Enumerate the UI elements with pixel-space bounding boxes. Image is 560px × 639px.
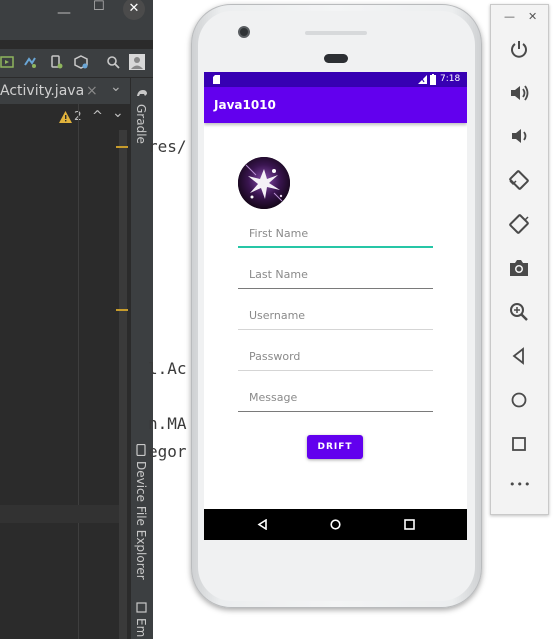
panel-minimize-button[interactable]: —: [504, 10, 515, 23]
emulator-tool-tab[interactable]: Em: [134, 618, 148, 637]
power-icon[interactable]: [508, 38, 530, 60]
device-manager-icon[interactable]: [49, 55, 63, 69]
warning-icon: [59, 111, 72, 123]
sync-gradle-icon[interactable]: [23, 55, 37, 69]
rotate-left-icon[interactable]: [508, 169, 530, 191]
close-window-button[interactable]: ✕: [123, 0, 145, 20]
status-bar: 7:18: [204, 72, 467, 87]
input-underline: [238, 370, 433, 371]
zoom-icon[interactable]: [508, 301, 530, 323]
profile-image[interactable]: [238, 157, 290, 209]
maximize-button[interactable]: ☐: [93, 0, 105, 14]
front-camera: [238, 26, 250, 38]
home-icon[interactable]: [508, 389, 530, 411]
speaker-slot: [324, 54, 348, 63]
more-icon[interactable]: •••: [509, 478, 531, 491]
gutter-separator: [78, 104, 79, 639]
editor-scrollbar[interactable]: [119, 130, 127, 639]
app-title: Java1010: [214, 98, 276, 112]
rotate-right-icon[interactable]: [508, 213, 530, 235]
next-highlight-icon[interactable]: ⌄: [112, 105, 124, 121]
gradle-icon: [137, 90, 147, 96]
account-icon[interactable]: [129, 54, 145, 70]
first-name-input[interactable]: First Name: [238, 222, 433, 248]
sd-card-icon: [213, 75, 220, 84]
gradle-tool-tab[interactable]: Gradle: [134, 104, 148, 144]
code-line: egor: [148, 442, 187, 461]
volume-up-icon[interactable]: [508, 82, 530, 104]
battery-icon: [430, 74, 436, 85]
input-underline: [238, 329, 433, 330]
code-line: res/: [148, 137, 187, 156]
device-screen[interactable]: 7:18 Java1010 First Name Last Name Usern…: [204, 72, 467, 540]
tab-close-icon[interactable]: ×: [86, 78, 98, 104]
sdk-manager-icon[interactable]: [74, 55, 88, 69]
ide-toolbar: [0, 49, 153, 78]
scroll-marker[interactable]: [116, 309, 128, 311]
search-icon[interactable]: [106, 55, 120, 69]
input-underline-focused: [238, 246, 433, 248]
run-config-icon[interactable]: [0, 55, 14, 69]
code-line: n.MA: [148, 414, 187, 433]
minimize-button[interactable]: —: [57, 6, 71, 20]
device-icon: [136, 444, 146, 456]
camera-icon[interactable]: [508, 257, 530, 279]
username-input[interactable]: Username: [238, 304, 433, 330]
nav-home-icon[interactable]: [330, 519, 341, 530]
drift-button[interactable]: DRIFT: [307, 435, 363, 459]
splash-art-image: [238, 157, 290, 209]
signal-icon: [418, 75, 427, 84]
inspection-widget: 2 ^ ⌄: [0, 104, 130, 130]
navigation-bar: [204, 509, 467, 540]
nav-overview-icon[interactable]: [404, 519, 415, 530]
earpiece: [305, 31, 367, 35]
device-file-explorer-tab[interactable]: Device File Explorer: [134, 461, 148, 580]
editor-tab[interactable]: Activity.java × ⌄: [0, 78, 130, 104]
status-time: 7:18: [440, 74, 461, 84]
password-placeholder: Password: [249, 350, 301, 363]
username-placeholder: Username: [249, 309, 306, 322]
password-input[interactable]: Password: [238, 345, 433, 371]
code-line: l.Ac: [148, 359, 187, 378]
scroll-marker[interactable]: [116, 146, 128, 148]
back-icon[interactable]: [508, 345, 530, 367]
emulator-controls-panel: — ✕ •••: [490, 4, 549, 515]
volume-down-icon[interactable]: [508, 125, 530, 147]
tab-menu-icon[interactable]: ⌄: [110, 78, 122, 100]
app-bar: Java1010: [204, 87, 467, 123]
input-underline: [238, 288, 433, 289]
input-underline: [238, 411, 433, 412]
last-name-input[interactable]: Last Name: [238, 263, 433, 289]
previous-highlight-icon[interactable]: ^: [92, 109, 103, 124]
ide-titlebar: — ☐ ✕: [0, 0, 153, 40]
nav-back-icon[interactable]: [257, 519, 268, 530]
message-placeholder: Message: [249, 391, 298, 404]
first-name-placeholder: First Name: [249, 227, 309, 240]
message-input[interactable]: Message: [238, 386, 433, 412]
last-name-placeholder: Last Name: [249, 268, 308, 281]
overview-icon[interactable]: [508, 433, 530, 455]
current-line-highlight: [0, 505, 119, 523]
panel-close-button[interactable]: ✕: [528, 10, 537, 23]
emulator-icon: [136, 602, 147, 613]
editor-tab-title: Activity.java: [0, 83, 85, 99]
